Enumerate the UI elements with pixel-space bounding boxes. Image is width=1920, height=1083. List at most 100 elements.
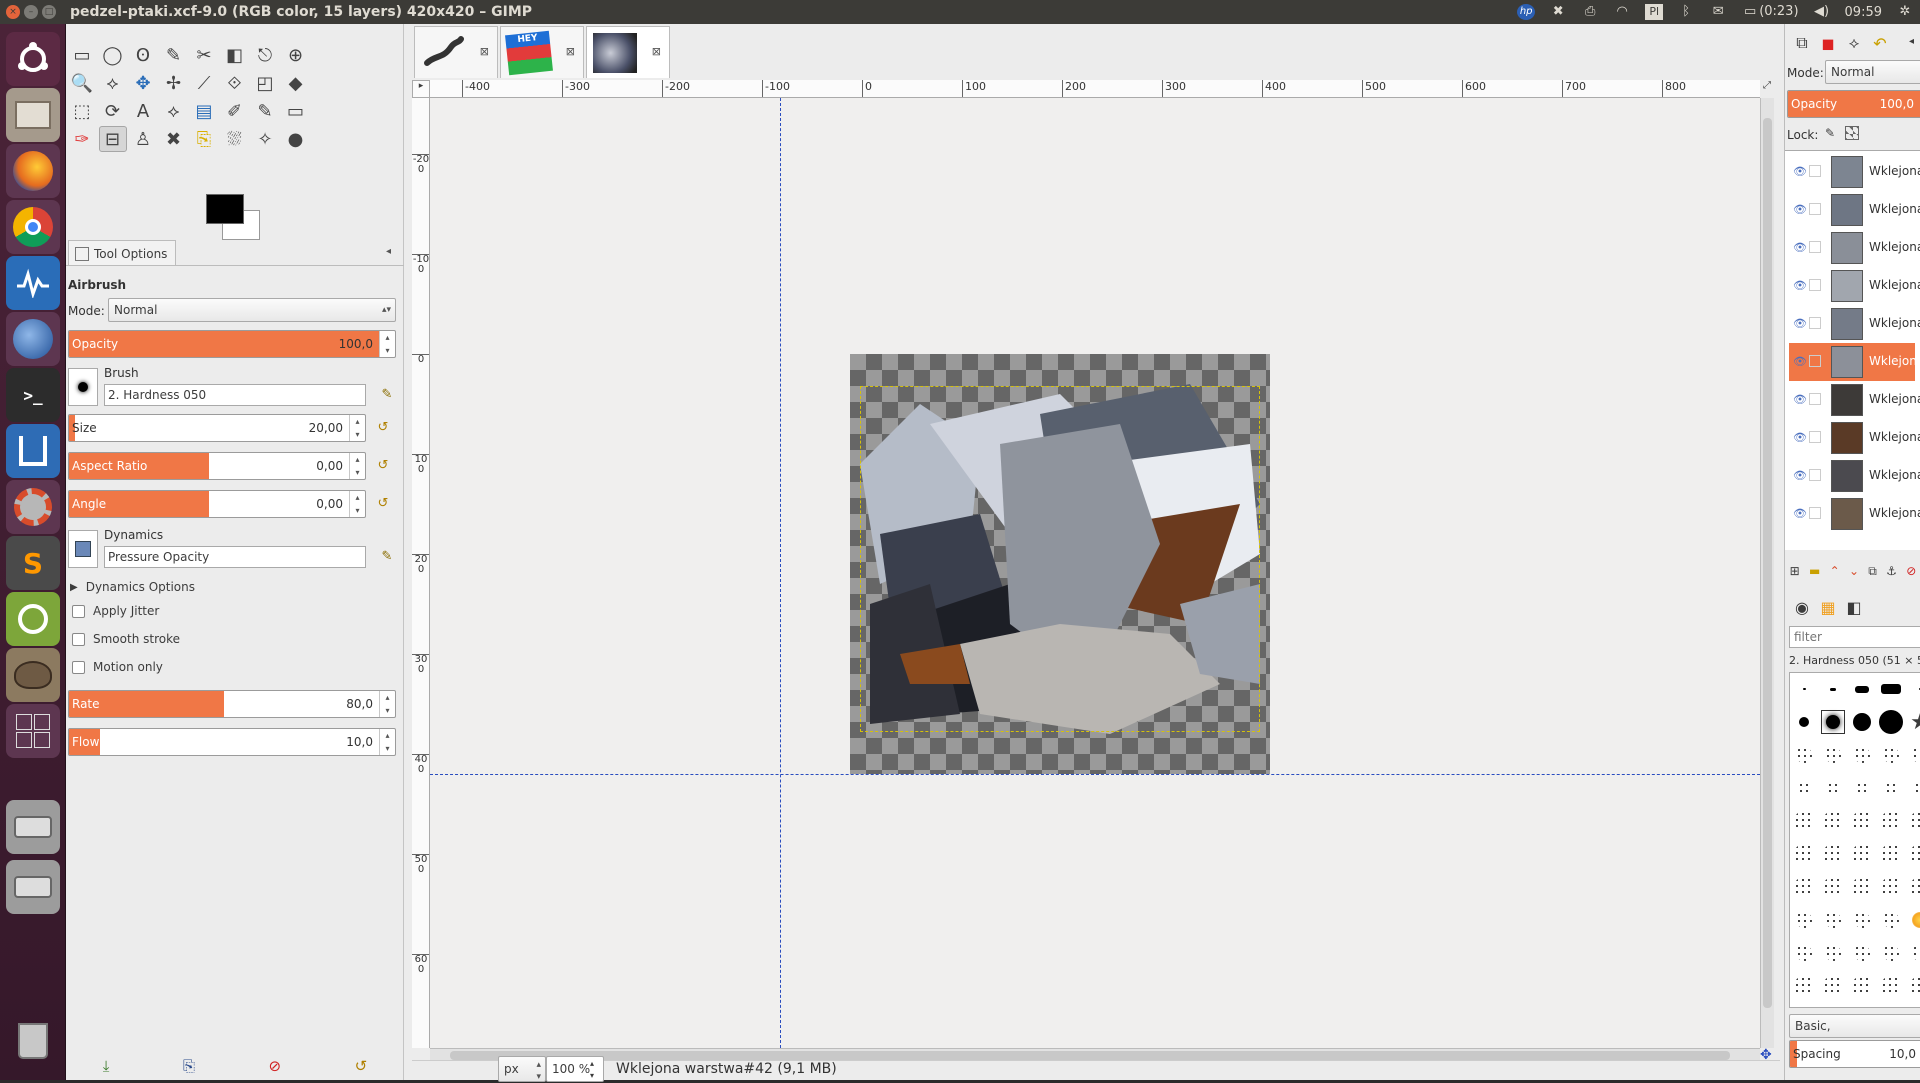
brush-item[interactable] [1821,743,1845,767]
restore-options-icon[interactable]: ⎘ [183,1057,195,1075]
visibility-eye-icon[interactable]: 👁 [1793,507,1807,520]
brush-item[interactable] [1908,974,1920,998]
brush-item[interactable] [1879,743,1903,767]
brush-item[interactable] [1821,974,1845,998]
brush-item[interactable] [1792,809,1816,833]
app-icon[interactable] [6,424,60,478]
brush-field[interactable]: 2. Hardness 050 [104,384,366,406]
visibility-eye-icon[interactable]: 👁 [1793,431,1807,444]
close-tab-icon[interactable]: ⊠ [480,45,489,58]
tab-birds-image[interactable]: ⊠ [586,26,670,78]
aspect-ratio-slider[interactable]: Aspect Ratio 0,00 ▴ ▾ [68,452,366,480]
clone-icon[interactable]: ✖ [160,126,188,152]
brush-item[interactable] [1850,776,1874,800]
motion-only-checkbox[interactable]: Motion only [72,660,163,674]
brush-item[interactable] [1792,875,1816,899]
visibility-eye-icon[interactable]: 👁 [1793,203,1807,216]
reset-aspect-icon[interactable]: ↺ [374,457,392,475]
tool-options-tab[interactable]: Tool Options [68,240,176,266]
brushes-tab-icon[interactable]: ◉ [1789,594,1815,620]
dynamics-preview[interactable] [68,530,98,568]
layer-opacity-slider[interactable]: Opacity 100,0 ▴▾ [1787,90,1920,118]
brush-item[interactable] [1792,842,1816,866]
align-icon[interactable]: ✢ [160,70,188,96]
spin-arrows-icon[interactable]: ▴ ▾ [379,729,395,755]
raise-layer-icon[interactable]: ⌃ [1830,564,1840,578]
brush-item[interactable] [1908,908,1920,932]
foreground-select-icon[interactable]: ◧ [221,42,249,68]
workspace-switcher-icon[interactable] [6,704,60,758]
sublime-text-icon[interactable]: S [6,536,60,590]
layer-row[interactable]: 👁 Wklejona warstwa [1789,495,1920,533]
brush-item[interactable] [1850,743,1874,767]
brush-filter-input[interactable] [1789,626,1920,648]
tab-brush-image[interactable]: ⊠ [414,26,498,78]
brush-item[interactable] [1850,875,1874,899]
lock-alpha-icon[interactable] [1845,126,1859,140]
rotate-icon[interactable]: ⟐ [221,70,249,96]
brush-item[interactable] [1879,875,1903,899]
chain-toggle[interactable] [1809,279,1821,291]
brush-item[interactable] [1879,842,1903,866]
shear-icon[interactable]: ◆ [282,70,310,96]
lock-pixels-icon[interactable]: ✎ [1825,126,1835,140]
opacity-slider[interactable]: Opacity 100,0 ▴ ▾ [68,330,396,358]
dynamics-field[interactable]: Pressure Opacity [104,546,366,568]
layer-mode-select[interactable]: Normal▴▾ [1825,60,1920,84]
brush-item[interactable] [1850,809,1874,833]
brush-item[interactable] [1879,941,1903,965]
patterns-tab-icon[interactable]: ▦ [1815,594,1841,620]
new-group-icon[interactable]: ▬ [1809,564,1820,578]
mode-select[interactable]: Normal ▴▾ [108,298,396,322]
visibility-eye-icon[interactable]: 👁 [1793,393,1807,406]
paths-icon[interactable]: ⎋ [251,42,279,68]
angle-slider[interactable]: Angle 0,00 ▴ ▾ [68,490,366,518]
navigate-icon[interactable]: ⤢ [1760,80,1774,98]
scale-icon[interactable]: ◰ [251,70,279,96]
brush-item[interactable] [1821,809,1845,833]
configure-tab-icon[interactable]: ◂ [386,246,391,257]
ruler-corner[interactable]: ▸ [412,80,430,98]
brush-item[interactable] [1792,941,1816,965]
terminal-icon[interactable]: >_ [6,368,60,422]
brush-item[interactable] [1850,710,1874,734]
free-select-icon[interactable]: ʘ [129,42,157,68]
channels-tab-icon[interactable]: ◼ [1815,30,1841,56]
brush-item[interactable]: ★ [1908,710,1920,735]
undo-tab-icon[interactable]: ↶ [1867,30,1893,56]
chain-toggle[interactable] [1809,165,1821,177]
anchor-layer-icon[interactable]: ⚓ [1886,564,1897,578]
brush-preset-select[interactable]: Basic,▾ [1789,1014,1920,1038]
spin-arrows-icon[interactable]: ▴ ▾ [379,331,395,357]
brush-preview[interactable] [68,368,98,406]
zoom-select[interactable]: 100 % [546,1056,604,1082]
cage-icon[interactable]: ⟡ [160,98,188,124]
brush-item[interactable] [1908,743,1920,767]
ink-icon[interactable]: ♙ [129,126,157,152]
paintbrush-icon[interactable]: ▭ [282,98,310,124]
heal-icon[interactable]: ⎘ [190,126,218,152]
brush-item[interactable] [1821,677,1845,701]
text-icon[interactable]: A [129,98,157,124]
gear-icon[interactable]: ✲ [1896,4,1914,20]
layer-row[interactable]: 👁 Wklejona warstwa [1789,343,1920,381]
brush-item[interactable] [1821,875,1845,899]
measure-icon[interactable]: ⟡ [99,70,127,96]
drive-icon[interactable] [6,860,60,914]
layer-row[interactable]: 👁 Wklejona warstwa [1789,305,1920,343]
scissors-icon[interactable]: ✂ [190,42,218,68]
brush-item[interactable] [1879,776,1903,800]
brush-item[interactable] [1821,710,1845,734]
horizontal-guide[interactable] [430,774,1760,775]
brush-item[interactable] [1821,842,1845,866]
firefox-icon[interactable] [6,144,60,198]
brush-item[interactable] [1850,974,1874,998]
blend-icon[interactable]: ✐ [221,98,249,124]
keyboard-layout-icon[interactable]: Pl [1645,4,1664,20]
brush-item[interactable] [1850,908,1874,932]
layers-tab-icon[interactable]: ⧉ [1789,30,1815,56]
chain-toggle[interactable] [1809,317,1821,329]
smudge-icon[interactable]: ● [282,126,310,152]
close-window-button[interactable]: × [6,5,20,19]
clock[interactable]: 09:59 [1845,5,1882,20]
